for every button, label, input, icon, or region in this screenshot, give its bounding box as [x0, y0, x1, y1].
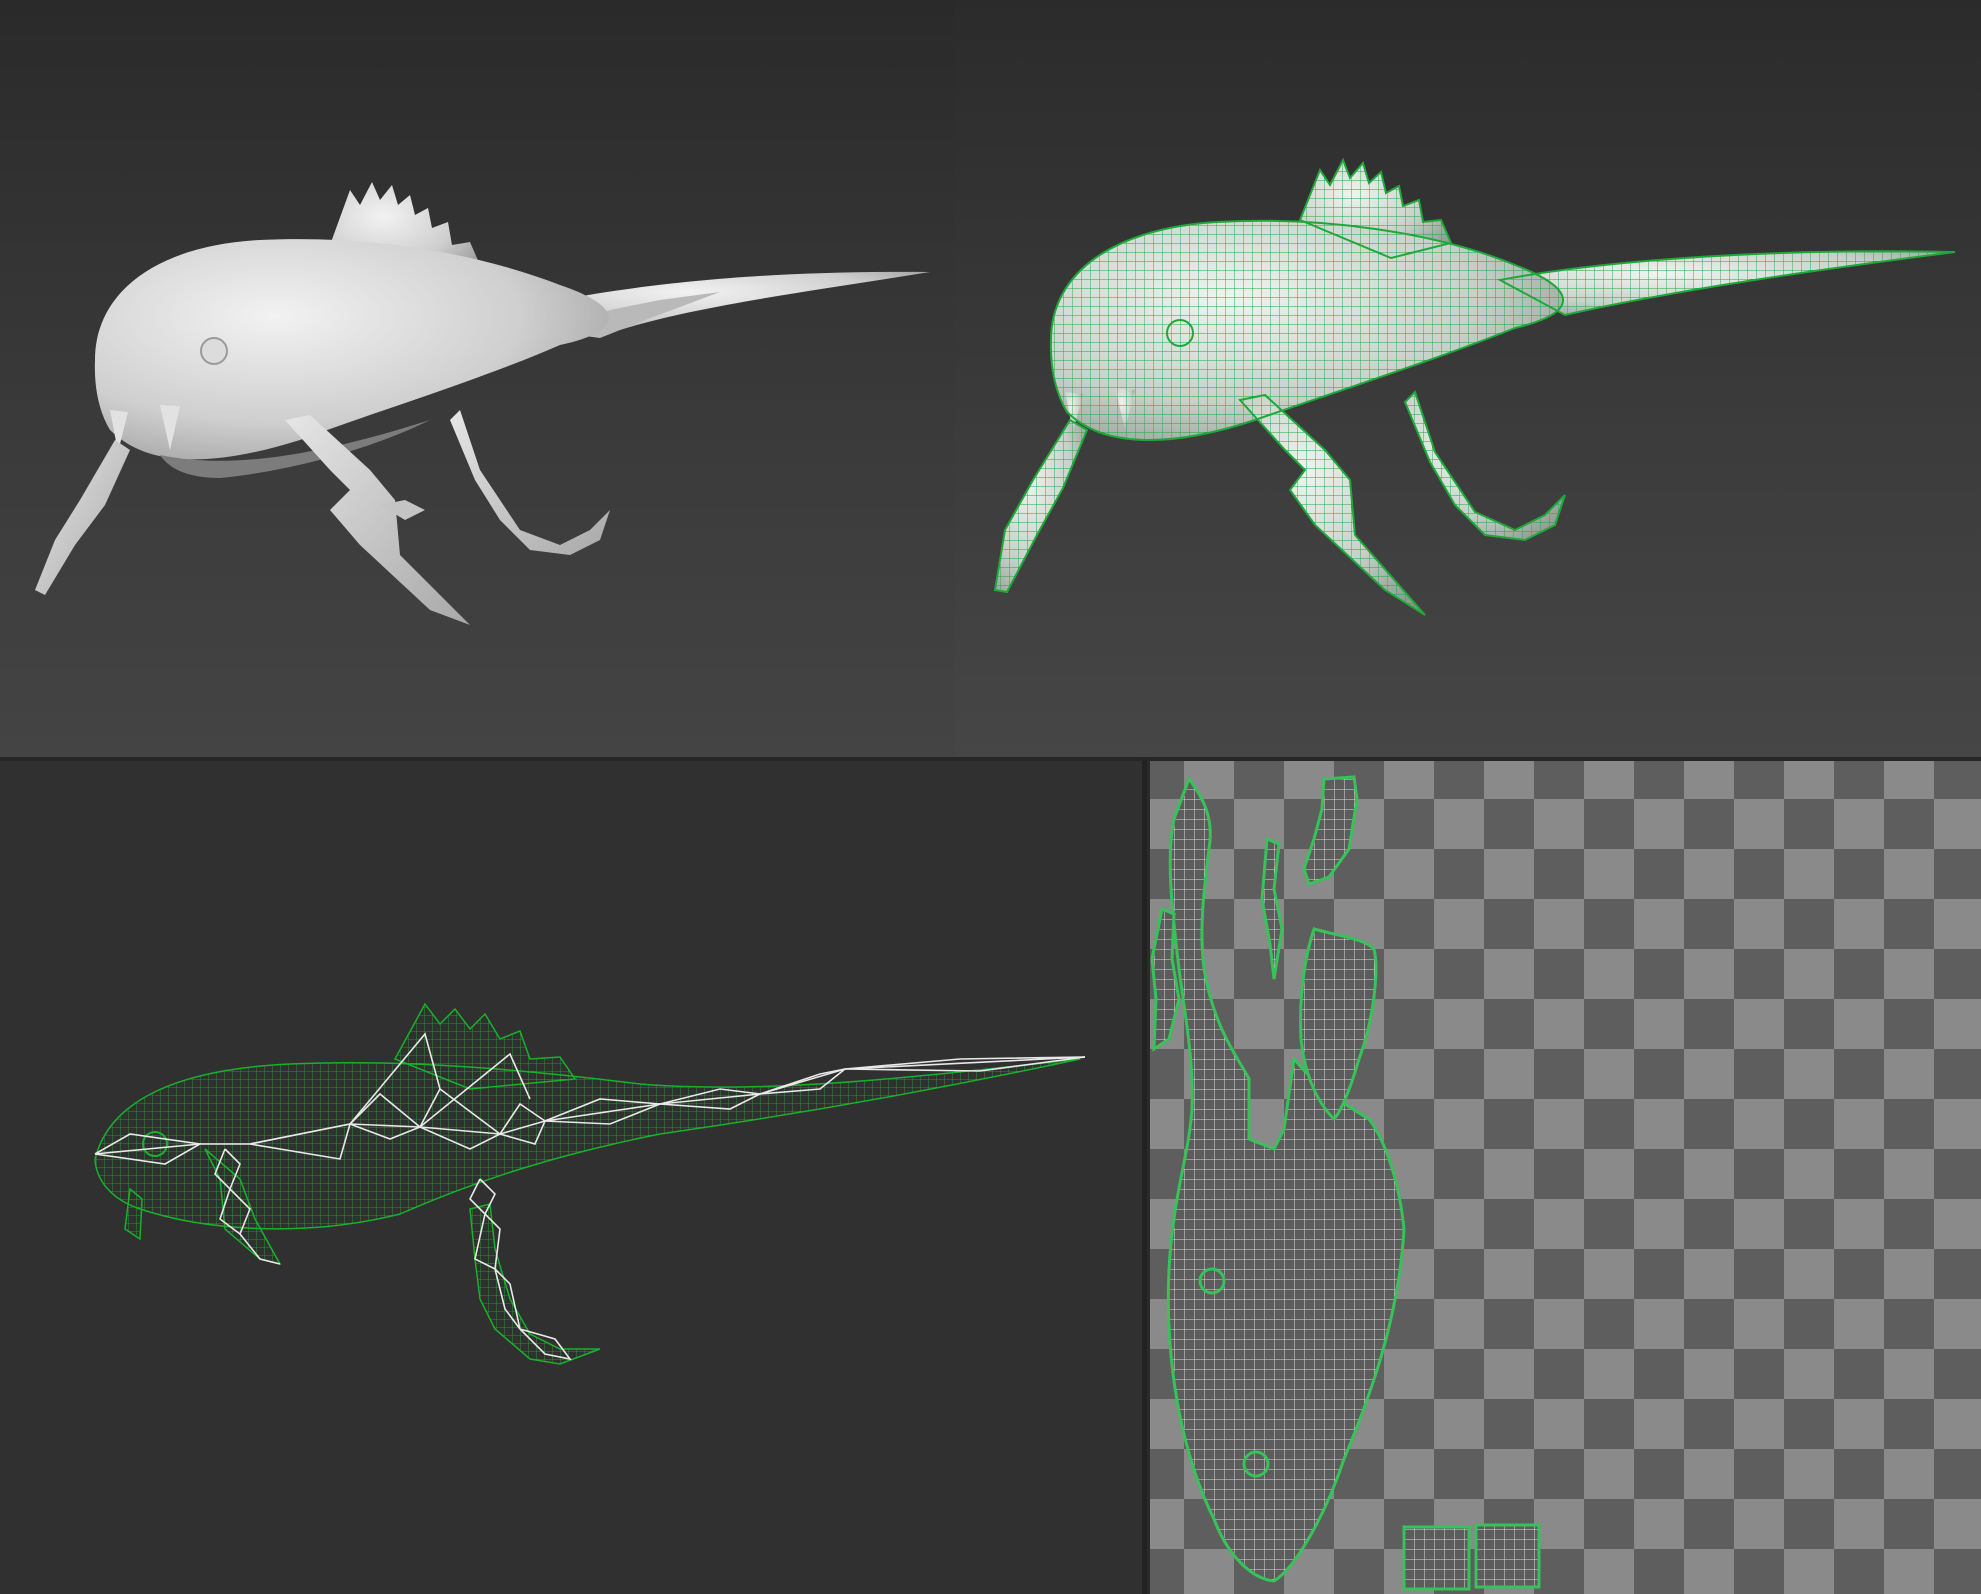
leg-front-left — [35, 440, 130, 595]
shaded-viewport[interactable] — [0, 0, 955, 759]
shaded-creature — [35, 182, 930, 625]
wireframe-shaded-viewport[interactable] — [955, 0, 1981, 759]
rig-viewport[interactable] — [0, 759, 1144, 1594]
leg-front-right — [285, 415, 470, 625]
viewport-divider-vertical[interactable] — [1142, 759, 1147, 1594]
uv-editor-viewport[interactable] — [1144, 759, 1981, 1594]
wireframe-creature — [993, 157, 1956, 616]
viewport-divider-horizontal[interactable] — [0, 757, 1981, 761]
uv-layout — [1144, 759, 1981, 1594]
eye — [200, 337, 228, 365]
wire-overlay — [993, 157, 1956, 616]
rigged-wireframe — [94, 1002, 1086, 1365]
leg-rear — [450, 410, 610, 555]
wire-mesh — [94, 1002, 1081, 1365]
